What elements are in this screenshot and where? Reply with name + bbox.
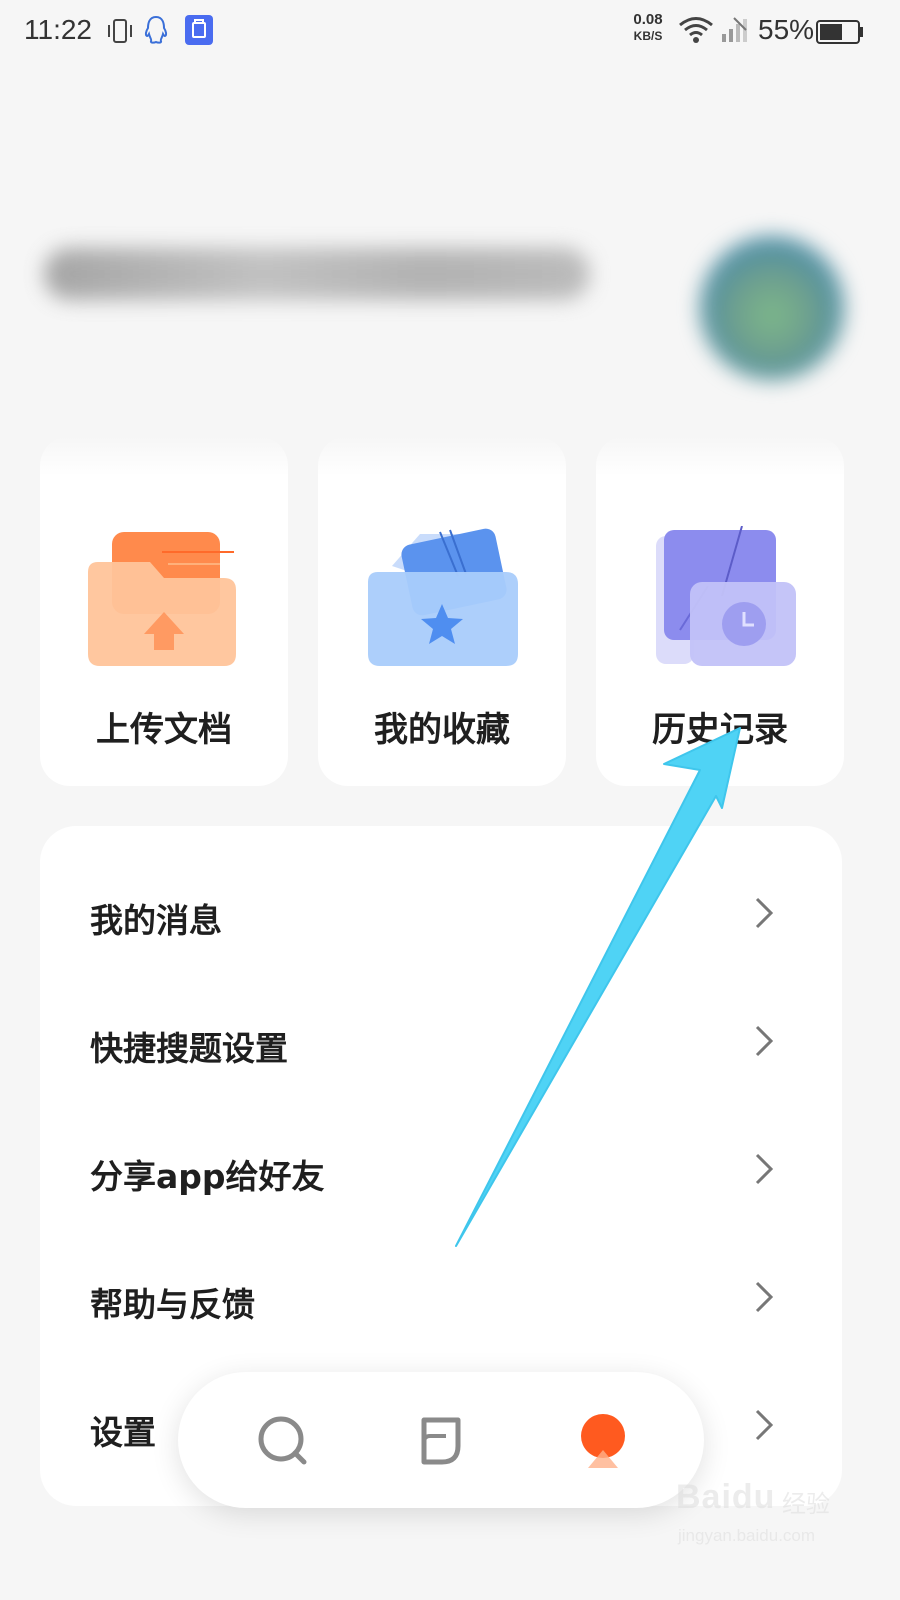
vibrate-icon (108, 19, 132, 43)
wifi-icon (679, 17, 713, 43)
chevron-right-icon (755, 1409, 774, 1441)
menu-item-label: 我的消息 (90, 901, 222, 940)
profile-name[interactable] (44, 248, 590, 300)
watermark-brand-cn: 经验 (782, 1490, 830, 1518)
chevron-right-icon (755, 897, 774, 929)
menu-item-share-app[interactable]: 分享app给好友 (40, 1118, 842, 1218)
card-top-fade (318, 436, 566, 476)
watermark: Baidu 经验 jingyan.baidu.com (672, 1478, 842, 1558)
favorite-folder-icon (368, 528, 518, 666)
app-notification-icon (185, 15, 213, 45)
qq-icon (144, 15, 168, 44)
document-icon[interactable] (406, 1406, 476, 1476)
menu-item-quick-search-settings[interactable]: 快捷搜题设置 (40, 990, 842, 1090)
history-card[interactable]: 历史记录 (596, 436, 844, 786)
chevron-right-icon (755, 1153, 774, 1185)
menu-item-messages[interactable]: 我的消息 (40, 862, 842, 962)
profile-name-text (0, 0, 1, 1)
network-speed: 0.08 KB/S (626, 12, 670, 44)
watermark-brand: Baidu (676, 1478, 776, 1516)
watermark-url: jingyan.baidu.com (678, 1526, 816, 1545)
history-label: 历史记录 (652, 710, 788, 750)
search-icon[interactable] (248, 1406, 318, 1476)
upload-document-label: 上传文档 (96, 710, 232, 750)
battery-icon (816, 20, 863, 44)
menu-item-label: 设置 (90, 1413, 156, 1452)
upload-document-card[interactable]: 上传文档 (40, 436, 288, 786)
card-top-fade (596, 436, 844, 476)
my-favorites-label: 我的收藏 (374, 710, 510, 750)
status-bar: 11:22 0.08 KB/S 55% (0, 0, 900, 64)
history-folder-icon (656, 526, 796, 666)
signal-icon (722, 17, 747, 42)
my-favorites-card[interactable]: 我的收藏 (318, 436, 566, 786)
bottom-navigation (178, 1372, 704, 1508)
chevron-right-icon (755, 1025, 774, 1057)
profile-icon[interactable] (568, 1406, 638, 1476)
avatar[interactable] (700, 236, 844, 380)
menu-item-label: 分享app给好友 (90, 1157, 325, 1196)
menu-item-label: 帮助与反馈 (90, 1285, 255, 1324)
menu-item-label: 快捷搜题设置 (90, 1029, 288, 1068)
upload-folder-icon (88, 532, 236, 666)
chevron-right-icon (755, 1281, 774, 1313)
network-speed-value: 0.08 (633, 11, 663, 28)
card-top-fade (40, 436, 288, 476)
menu-item-help-feedback[interactable]: 帮助与反馈 (40, 1246, 842, 1346)
battery-percentage: 55% (758, 14, 815, 45)
status-time: 11:22 (24, 14, 92, 45)
network-speed-unit: KB/S (633, 29, 663, 43)
